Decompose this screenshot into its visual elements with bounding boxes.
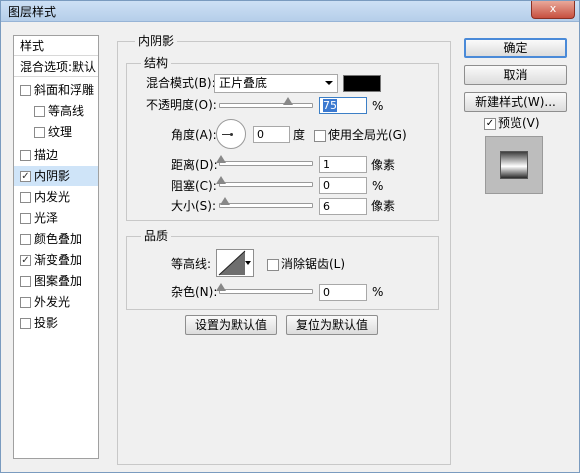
sidebar-item-label: 外发光 [34, 295, 71, 309]
sidebar-item-outer-glow[interactable]: 外发光 [14, 292, 98, 312]
layer-style-dialog: 图层样式 x 样式 混合选项:默认 斜面和浮雕 等高线 纹理 描边 ✓ 内阴影 … [0, 0, 580, 473]
choke-input[interactable]: 0 [319, 177, 367, 194]
distance-slider-thumb[interactable] [216, 155, 226, 163]
opacity-input[interactable]: 75 [319, 97, 367, 114]
styles-list: 样式 混合选项:默认 斜面和浮雕 等高线 纹理 描边 ✓ 内阴影 内发光 光泽 [13, 35, 99, 459]
close-button[interactable]: x [531, 1, 575, 19]
make-default-button[interactable]: 设置为默认值 [185, 315, 277, 335]
ok-button[interactable]: 确定 [464, 38, 567, 58]
blend-mode-select[interactable]: 正片叠底 [214, 74, 338, 93]
angle-dial-center [230, 133, 233, 136]
noise-label: 杂色(N): [171, 285, 218, 299]
sidebar-item-inner-glow[interactable]: 内发光 [14, 187, 98, 207]
sidebar-item-pattern-overlay[interactable]: 图案叠加 [14, 271, 98, 291]
color-overlay-checkbox[interactable] [20, 234, 31, 245]
sidebar-item-label: 纹理 [48, 125, 73, 139]
opacity-slider[interactable] [219, 97, 313, 108]
stroke-checkbox[interactable] [20, 150, 31, 161]
opacity-slider-thumb[interactable] [283, 97, 293, 105]
global-light-checkbox[interactable] [314, 130, 326, 142]
size-slider[interactable] [219, 197, 313, 208]
sidebar-item-color-overlay[interactable]: 颜色叠加 [14, 229, 98, 249]
size-input[interactable]: 6 [319, 198, 367, 215]
size-label: 大小(S): [171, 199, 217, 213]
title-bar: 图层样式 x [1, 1, 579, 22]
opacity-label: 不透明度(O): [146, 98, 217, 112]
cancel-button[interactable]: 取消 [464, 65, 567, 85]
sidebar-item-bevel-emboss[interactable]: 斜面和浮雕 [14, 80, 98, 100]
contour-curve-icon [218, 250, 246, 276]
sidebar-item-gradient-overlay[interactable]: ✓ 渐变叠加 [14, 250, 98, 270]
preview-label[interactable]: 预览(V) [498, 115, 540, 131]
texture-checkbox[interactable] [34, 127, 45, 138]
noise-input[interactable]: 0 [319, 284, 367, 301]
sidebar-item-label: 等高线 [48, 104, 85, 118]
styles-header[interactable]: 样式 [14, 36, 98, 56]
opacity-value: 75 [323, 99, 337, 112]
sidebar-item-label: 内发光 [34, 190, 71, 204]
contour-checkbox[interactable] [34, 106, 45, 117]
sidebar-item-label: 图案叠加 [34, 274, 83, 288]
choke-unit: % [372, 179, 384, 193]
inner-shadow-checkbox[interactable]: ✓ [20, 171, 31, 182]
preview-checkbox[interactable]: ✓ [484, 118, 496, 130]
noise-unit: % [372, 285, 384, 299]
sidebar-item-satin[interactable]: 光泽 [14, 208, 98, 228]
angle-label: 角度(A): [171, 128, 217, 142]
reset-default-button[interactable]: 复位为默认值 [286, 315, 378, 335]
sidebar-item-inner-shadow[interactable]: ✓ 内阴影 [14, 166, 98, 186]
distance-slider[interactable] [216, 155, 313, 166]
sidebar-item-label: 斜面和浮雕 [34, 83, 95, 97]
preview-swatch [500, 151, 528, 179]
angle-unit: 度 [293, 128, 306, 142]
sidebar-item-label: 光泽 [34, 211, 59, 225]
choke-slider-thumb[interactable] [216, 176, 226, 184]
global-light-label[interactable]: 使用全局光(G) [328, 127, 407, 143]
sidebar-item-drop-shadow[interactable]: 投影 [14, 313, 98, 333]
noise-slider[interactable] [216, 283, 313, 294]
blend-mode-label: 混合模式(B): [146, 76, 216, 90]
sidebar-item-label: 描边 [34, 148, 59, 162]
distance-unit: 像素 [371, 158, 396, 172]
antialias-label[interactable]: 消除锯齿(L) [281, 256, 345, 272]
sidebar-item-label: 颜色叠加 [34, 232, 83, 246]
shadow-color-swatch[interactable] [343, 75, 381, 92]
sidebar-item-label: 渐变叠加 [34, 253, 83, 267]
chevron-down-icon [245, 261, 251, 265]
quality-title: 品质 [141, 229, 172, 243]
antialias-checkbox[interactable] [267, 259, 279, 271]
size-unit: 像素 [371, 199, 396, 213]
style-preview [485, 136, 543, 194]
new-style-button[interactable]: 新建样式(W)... [464, 92, 567, 112]
angle-dial[interactable] [216, 119, 246, 149]
choke-slider[interactable] [216, 176, 313, 187]
bevel-checkbox[interactable] [20, 85, 31, 96]
sidebar-item-stroke[interactable]: 描边 [14, 145, 98, 165]
choke-label: 阻塞(C): [171, 179, 217, 193]
outer-glow-checkbox[interactable] [20, 297, 31, 308]
sidebar-item-contour[interactable]: 等高线 [14, 101, 98, 121]
sidebar-item-texture[interactable]: 纹理 [14, 122, 98, 142]
sidebar-item-label: 投影 [34, 316, 59, 330]
blend-mode-value: 正片叠底 [219, 76, 268, 90]
panel-title: 内阴影 [135, 34, 178, 48]
distance-input[interactable]: 1 [319, 156, 367, 173]
pattern-overlay-checkbox[interactable] [20, 276, 31, 287]
window-title: 图层样式 [8, 5, 57, 19]
blending-options-item[interactable]: 混合选项:默认 [14, 57, 98, 77]
contour-picker[interactable] [216, 249, 254, 277]
drop-shadow-checkbox[interactable] [20, 318, 31, 329]
opacity-unit: % [372, 99, 384, 113]
size-slider-thumb[interactable] [220, 197, 230, 205]
distance-label: 距离(D): [171, 158, 218, 172]
inner-glow-checkbox[interactable] [20, 192, 31, 203]
gradient-overlay-checkbox[interactable]: ✓ [20, 255, 31, 266]
sidebar-item-label: 内阴影 [34, 169, 71, 183]
chevron-down-icon [325, 81, 333, 85]
angle-input[interactable]: 0 [253, 126, 290, 143]
contour-label: 等高线: [171, 257, 212, 271]
structure-title: 结构 [141, 56, 172, 70]
noise-slider-thumb[interactable] [216, 283, 226, 291]
satin-checkbox[interactable] [20, 213, 31, 224]
